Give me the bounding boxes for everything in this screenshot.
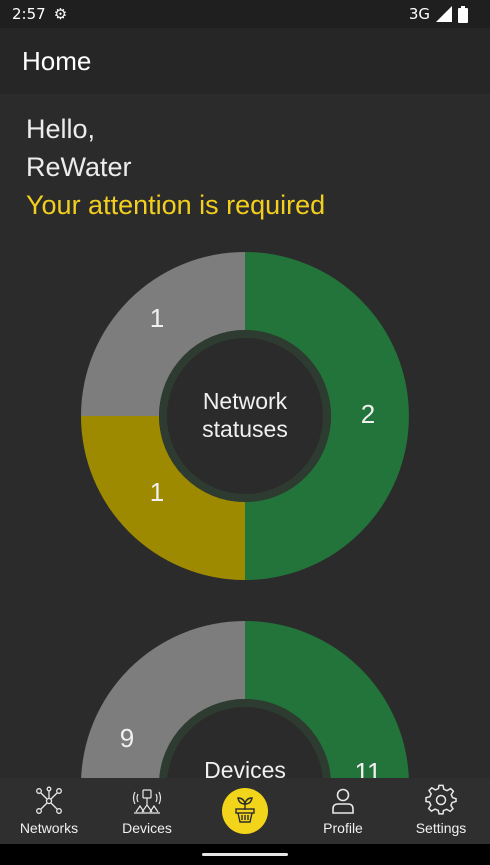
network-status-chart[interactable]: 2 1 1 Network statuses 9 11 Devices bbox=[0, 94, 490, 778]
plant-pot-icon bbox=[235, 797, 255, 823]
network-value-gray: 1 bbox=[150, 303, 164, 333]
network-type: 3G bbox=[408, 5, 430, 23]
network-value-olive: 1 bbox=[150, 477, 164, 507]
nav-settings[interactable]: Settings bbox=[392, 778, 490, 844]
bottom-navigation: Networks Devices Profile Settings bbox=[0, 778, 490, 844]
nav-home[interactable] bbox=[196, 778, 294, 844]
network-nodes-icon bbox=[36, 786, 62, 814]
system-gesture-bar bbox=[0, 844, 490, 865]
status-time: 2:57 bbox=[12, 5, 46, 23]
devices-chart[interactable]: 9 11 Devices bbox=[81, 621, 409, 778]
home-fab[interactable] bbox=[222, 788, 268, 834]
status-right: 3G bbox=[409, 5, 468, 23]
settings-gear-icon: ⚙ bbox=[53, 5, 68, 23]
status-bar: 2:57 ⚙ 3G bbox=[0, 0, 490, 28]
network-center-label-2: statuses bbox=[202, 416, 288, 442]
signal-icon bbox=[436, 6, 452, 22]
nav-settings-label: Settings bbox=[415, 820, 467, 836]
devices-value-green: 11 bbox=[355, 757, 382, 778]
nav-profile[interactable]: Profile bbox=[294, 778, 392, 844]
nav-networks[interactable]: Networks bbox=[0, 778, 98, 844]
network-value-green: 2 bbox=[361, 399, 375, 429]
devices-value-gray: 9 bbox=[120, 723, 134, 753]
network-center-label-1: Network bbox=[203, 388, 288, 414]
nav-devices-label: Devices bbox=[122, 820, 172, 836]
sprinkler-device-icon bbox=[132, 789, 162, 814]
user-profile-icon bbox=[332, 788, 354, 814]
devices-center-label: Devices bbox=[204, 757, 286, 778]
nav-profile-label: Profile bbox=[323, 820, 363, 836]
nav-networks-label: Networks bbox=[19, 820, 79, 836]
battery-icon bbox=[458, 5, 468, 23]
nav-devices[interactable]: Devices bbox=[98, 778, 196, 844]
app-bar: Home bbox=[0, 28, 490, 94]
page-title: Home bbox=[22, 45, 92, 76]
settings-gear-icon bbox=[425, 784, 457, 815]
home-content[interactable]: Hello, ReWater Your attention is require… bbox=[0, 94, 490, 778]
gesture-handle[interactable] bbox=[202, 853, 288, 856]
